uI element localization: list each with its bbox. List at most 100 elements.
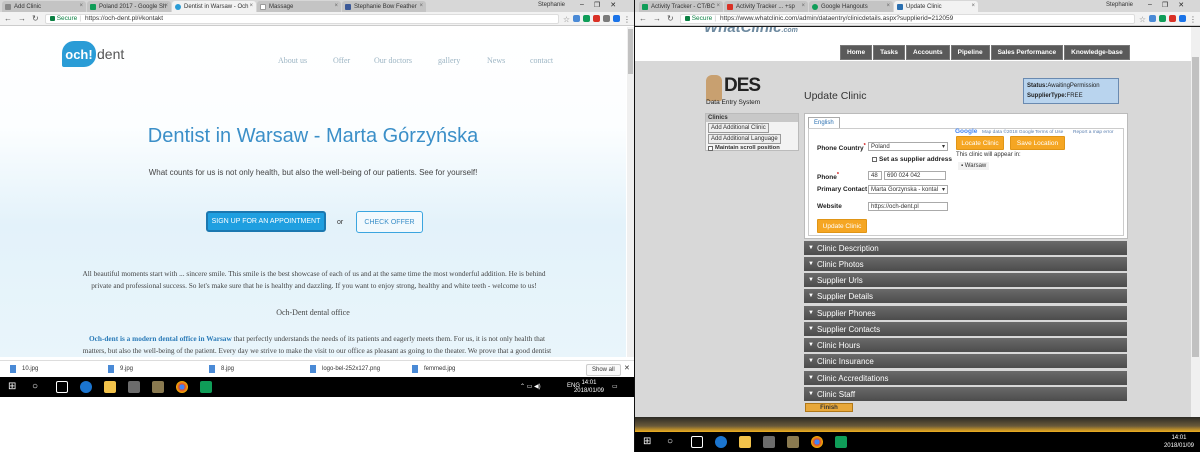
extension-icon[interactable] bbox=[603, 15, 610, 22]
menu-news[interactable]: News bbox=[487, 56, 505, 65]
task-view-icon[interactable] bbox=[56, 381, 68, 393]
search-icon[interactable]: ○ bbox=[667, 436, 679, 448]
back-icon[interactable]: ← bbox=[639, 14, 647, 23]
menu-icon[interactable]: ⋮ bbox=[1189, 15, 1197, 24]
close-icon[interactable]: × bbox=[79, 3, 83, 9]
tab-dentist-warsaw[interactable]: Dentist in Warsaw - Och × bbox=[172, 1, 256, 12]
maintain-scroll-checkbox[interactable]: Maintain scroll position bbox=[708, 145, 798, 151]
close-icon[interactable]: × bbox=[334, 3, 338, 9]
close-icon[interactable]: × bbox=[164, 3, 168, 9]
search-icon[interactable]: ○ bbox=[32, 381, 44, 393]
nav-home[interactable]: Home bbox=[840, 45, 873, 60]
nav-sales-performance[interactable]: Sales Performance bbox=[990, 45, 1064, 60]
add-clinic-button[interactable]: Add Additional Clinic bbox=[708, 123, 769, 133]
omnibox[interactable]: Secure | https://och-dent.pl/#kontakt bbox=[44, 13, 559, 24]
close-icon[interactable]: × bbox=[801, 3, 805, 9]
phone-number-input[interactable]: 690 024 042 bbox=[884, 171, 946, 180]
edge-icon[interactable] bbox=[80, 381, 92, 393]
maximize-icon[interactable]: ❐ bbox=[1162, 1, 1168, 9]
scroll-thumb[interactable] bbox=[628, 29, 633, 74]
omnibox[interactable]: Secure | https://www.whatclinic.com/admi… bbox=[679, 13, 1135, 24]
app-icon[interactable] bbox=[152, 381, 164, 393]
website-input[interactable]: https://och-dent.pl bbox=[868, 202, 948, 211]
nav-accounts[interactable]: Accounts bbox=[906, 45, 950, 60]
menu-offer[interactable]: Offer bbox=[333, 56, 350, 65]
extension-icon[interactable] bbox=[573, 15, 580, 22]
section-clinic-hours[interactable]: ▼ Clinic Hours bbox=[804, 338, 1127, 352]
maximize-icon[interactable]: ❐ bbox=[594, 1, 600, 9]
close-icon[interactable]: × bbox=[419, 3, 423, 9]
minimize-icon[interactable]: – bbox=[1148, 1, 1152, 9]
save-location-button[interactable]: Save Location bbox=[1010, 136, 1065, 150]
reload-icon[interactable]: ↻ bbox=[32, 14, 39, 23]
section-supplier-details[interactable]: ▼ Supplier Details bbox=[804, 289, 1127, 303]
menu-icon[interactable]: ⋮ bbox=[623, 15, 631, 24]
map-terms-link[interactable]: Terms of Use bbox=[1035, 130, 1063, 135]
extension-icon[interactable] bbox=[1159, 15, 1166, 22]
clock[interactable]: 14:01 2018/01/09 bbox=[1164, 434, 1194, 450]
close-icon[interactable]: × bbox=[716, 3, 720, 9]
section-supplier-contacts[interactable]: ▼ Supplier Contacts bbox=[804, 322, 1127, 336]
hangouts-icon[interactable] bbox=[835, 436, 847, 448]
tab-massage[interactable]: Massage × bbox=[257, 1, 341, 12]
whatclinic-logo[interactable]: WhatClinic.com bbox=[704, 27, 798, 36]
clock[interactable]: 14:01 2018/01/09 bbox=[574, 379, 604, 395]
forward-icon[interactable]: → bbox=[18, 14, 26, 23]
nav-pipeline[interactable]: Pipeline bbox=[950, 45, 990, 60]
extension-icon[interactable] bbox=[583, 15, 590, 22]
chrome-icon[interactable] bbox=[811, 436, 823, 448]
tab-activity-tracker-gmail[interactable]: Activity Tracker ... +sp × bbox=[724, 1, 808, 12]
close-icon[interactable]: × bbox=[886, 3, 890, 9]
windows-start-icon[interactable]: ⊞ bbox=[643, 436, 655, 448]
menu-our-doctors[interactable]: Our doctors bbox=[374, 56, 412, 65]
map-report-link[interactable]: Report a map error bbox=[1073, 130, 1114, 135]
show-all-button[interactable]: Show all bbox=[586, 364, 621, 376]
section-supplier-urls[interactable]: ▼ Supplier Urls bbox=[804, 273, 1127, 287]
section-clinic-photos[interactable]: ▼ Clinic Photos bbox=[804, 257, 1127, 271]
scroll-thumb[interactable] bbox=[1192, 57, 1199, 357]
close-icon[interactable]: ✕ bbox=[624, 364, 630, 372]
app-icon[interactable] bbox=[787, 436, 799, 448]
section-clinic-description[interactable]: ▼ Clinic Description bbox=[804, 241, 1127, 255]
nav-knowledge-base[interactable]: Knowledge-base bbox=[1064, 45, 1130, 60]
section-supplier-phones[interactable]: ▼ Supplier Phones bbox=[804, 306, 1127, 320]
close-window-icon[interactable]: ✕ bbox=[610, 1, 616, 9]
file-explorer-icon[interactable] bbox=[739, 436, 751, 448]
section-clinic-accreditations[interactable]: ▼ Clinic Accreditations bbox=[804, 371, 1127, 385]
tab-add-clinic[interactable]: Add Clinic × bbox=[2, 1, 86, 12]
extension-icon[interactable] bbox=[593, 15, 600, 22]
task-view-icon[interactable] bbox=[691, 436, 703, 448]
store-icon[interactable] bbox=[763, 436, 775, 448]
right-scrollbar[interactable] bbox=[1191, 27, 1200, 417]
locate-clinic-button[interactable]: Locate Clinic bbox=[956, 136, 1004, 150]
sign-up-button[interactable]: SIGN UP FOR AN APPOINTMENT bbox=[206, 211, 326, 232]
extension-icon[interactable] bbox=[1179, 15, 1186, 22]
download-item[interactable]: 10.jpg bbox=[10, 365, 38, 373]
set-supplier-checkbox[interactable]: Set as supplier address bbox=[872, 156, 952, 163]
tab-poland-sheet[interactable]: Poland 2017 - Google Sh × bbox=[87, 1, 171, 12]
file-explorer-icon[interactable] bbox=[104, 381, 116, 393]
section-clinic-staff[interactable]: ▼ Clinic Staff bbox=[804, 387, 1127, 401]
primary-contact-select[interactable]: Marta Gorzynska - kontal ▾ bbox=[868, 185, 948, 194]
phone-code-input[interactable]: 48 bbox=[868, 171, 882, 180]
extension-icon[interactable] bbox=[1169, 15, 1176, 22]
reload-icon[interactable]: ↻ bbox=[667, 14, 674, 23]
menu-contact[interactable]: contact bbox=[530, 56, 553, 65]
store-icon[interactable] bbox=[128, 381, 140, 393]
menu-about-us[interactable]: About us bbox=[278, 56, 307, 65]
extension-icon[interactable] bbox=[613, 15, 620, 22]
section-clinic-insurance[interactable]: ▼ Clinic Insurance bbox=[804, 354, 1127, 368]
download-item[interactable]: 9.jpg bbox=[108, 365, 133, 373]
profile-name[interactable]: Stephanie bbox=[1106, 2, 1133, 8]
chrome-icon[interactable] bbox=[176, 381, 188, 393]
profile-name[interactable]: Stephanie bbox=[538, 2, 565, 8]
update-clinic-button[interactable]: Update Clinic bbox=[817, 219, 867, 233]
left-scrollbar[interactable] bbox=[627, 27, 634, 357]
edge-icon[interactable] bbox=[715, 436, 727, 448]
extension-icon[interactable] bbox=[1149, 15, 1156, 22]
finish-button[interactable]: Finish bbox=[805, 403, 853, 412]
forward-icon[interactable]: → bbox=[653, 14, 661, 23]
close-icon[interactable]: × bbox=[249, 3, 253, 9]
star-icon[interactable]: ☆ bbox=[563, 15, 570, 24]
phone-country-select[interactable]: Poland ▾ bbox=[868, 142, 948, 151]
